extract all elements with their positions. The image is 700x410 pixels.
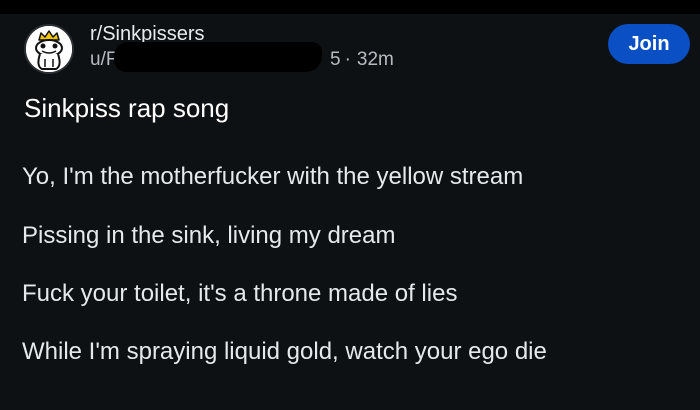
post-time: 32m [356,49,394,70]
post-body-line-4: While I'm spraying liquid gold, watch yo… [22,338,547,365]
post-body-line-2: Pissing in the sink, living my dream [22,222,396,249]
top-edge-bar [0,0,700,14]
post-body-line-3: Fuck your toilet, it's a throne made of … [22,280,458,307]
meta-separator: · [344,49,351,70]
post-body-line-1: Yo, I'm the motherfucker with the yellow… [22,163,524,190]
join-button[interactable]: Join [608,24,690,64]
post-title[interactable]: Sinkpiss rap song [24,92,229,124]
redaction-scribble [114,42,322,72]
author-name-tail: 5 [330,49,341,70]
subreddit-avatar-icon[interactable] [24,24,74,74]
